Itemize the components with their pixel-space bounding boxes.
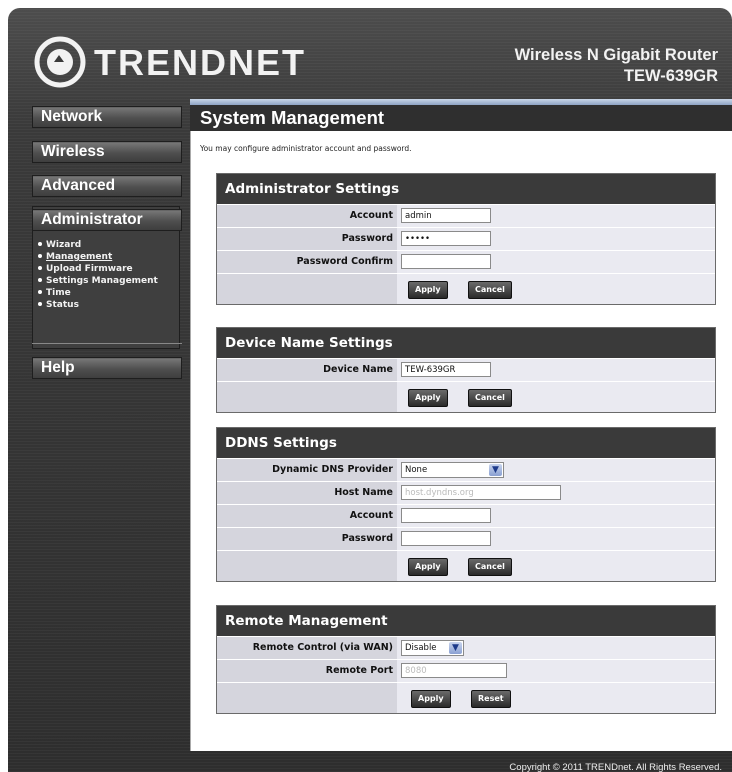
remote-port-input[interactable]: 8080 xyxy=(401,663,507,678)
remote-control-select[interactable]: Disable ▼ xyxy=(401,640,464,656)
page-title: System Management xyxy=(200,107,385,128)
page-title-bar: System Management xyxy=(190,105,732,131)
admin-button-row: Apply Cancel xyxy=(217,273,715,304)
remote-control-label: Remote Control (via WAN) xyxy=(217,637,397,659)
remote-control-value: Disable xyxy=(405,643,437,653)
bullet-icon xyxy=(38,302,42,306)
submenu-label: Wizard xyxy=(46,240,82,250)
intro-text: You may configure administrator account … xyxy=(200,144,412,153)
account-input[interactable]: admin xyxy=(401,208,491,223)
account-label: Account xyxy=(217,205,397,227)
ddns-apply-button[interactable]: Apply xyxy=(408,558,448,576)
submenu-item-upload-firmware[interactable]: Upload Firmware xyxy=(38,263,158,275)
submenu-item-settings-management[interactable]: Settings Management xyxy=(38,275,158,287)
sidebar-item-wireless[interactable]: Wireless xyxy=(32,141,182,163)
device-name-input[interactable]: TEW-639GR xyxy=(401,362,491,377)
page-frame: TRENDNET Wireless N Gigabit Router TEW-6… xyxy=(8,8,732,772)
host-name-label: Host Name xyxy=(217,482,397,504)
brand-name: TRENDNET xyxy=(94,42,306,83)
ddns-password-label: Password xyxy=(217,528,397,550)
submenu-item-wizard[interactable]: Wizard xyxy=(38,239,158,251)
submenu-item-time[interactable]: Time xyxy=(38,287,158,299)
admin-submenu: Wizard Management Upload Firmware Settin… xyxy=(38,239,158,311)
submenu-item-management[interactable]: Management xyxy=(38,251,158,263)
submenu-label: Upload Firmware xyxy=(46,264,133,274)
bullet-icon xyxy=(38,254,42,258)
section-heading: DDNS Settings xyxy=(217,428,715,458)
chevron-down-icon[interactable]: ▼ xyxy=(489,464,502,476)
password-confirm-label: Password Confirm xyxy=(217,251,397,273)
administrator-settings-section: Administrator Settings Account admin Pas… xyxy=(216,173,716,305)
sidebar-item-help[interactable]: Help xyxy=(32,357,182,379)
ddns-button-row: Apply Cancel xyxy=(217,550,715,581)
ddns-account-input[interactable] xyxy=(401,508,491,523)
ddns-provider-row: Dynamic DNS Provider None ▼ xyxy=(217,458,715,481)
password-confirm-input[interactable] xyxy=(401,254,491,269)
bullet-icon xyxy=(38,278,42,282)
ddns-cancel-button[interactable]: Cancel xyxy=(468,558,512,576)
submenu-item-status[interactable]: Status xyxy=(38,299,158,311)
empty-label-cell xyxy=(217,551,397,581)
remote-button-row: Apply Reset xyxy=(217,682,715,713)
ddns-provider-label: Dynamic DNS Provider xyxy=(217,459,397,481)
device-name-label: Device Name xyxy=(217,359,397,381)
product-model: TEW-639GR xyxy=(623,67,718,85)
host-name-input[interactable]: host.dyndns.org xyxy=(401,485,561,500)
admin-cancel-button[interactable]: Cancel xyxy=(468,281,512,299)
bullet-icon xyxy=(38,290,42,294)
device-name-settings-section: Device Name Settings Device Name TEW-639… xyxy=(216,327,716,413)
remote-control-row: Remote Control (via WAN) Disable ▼ xyxy=(217,636,715,659)
device-cancel-button[interactable]: Cancel xyxy=(468,389,512,407)
submenu-label: Settings Management xyxy=(46,276,158,286)
sidebar-item-advanced[interactable]: Advanced xyxy=(32,175,182,197)
ddns-password-input[interactable] xyxy=(401,531,491,546)
host-name-row: Host Name host.dyndns.org xyxy=(217,481,715,504)
ddns-account-label: Account xyxy=(217,505,397,527)
bullet-icon xyxy=(38,242,42,246)
ddns-account-row: Account xyxy=(217,504,715,527)
product-name: Wireless N Gigabit Router xyxy=(514,46,718,64)
remote-port-label: Remote Port xyxy=(217,660,397,682)
section-heading: Device Name Settings xyxy=(217,328,715,358)
password-label: Password xyxy=(217,228,397,250)
ddns-provider-select[interactable]: None ▼ xyxy=(401,462,504,478)
remote-port-row: Remote Port 8080 xyxy=(217,659,715,682)
remote-reset-button[interactable]: Reset xyxy=(471,690,511,708)
sidebar-divider xyxy=(32,343,182,344)
device-name-row: Device Name TEW-639GR xyxy=(217,358,715,381)
admin-apply-button[interactable]: Apply xyxy=(408,281,448,299)
empty-label-cell xyxy=(217,274,397,304)
ddns-password-row: Password xyxy=(217,527,715,550)
submenu-label: Management xyxy=(46,252,113,262)
submenu-label: Time xyxy=(46,288,71,298)
password-row: Password ••••• xyxy=(217,227,715,250)
bullet-icon xyxy=(38,266,42,270)
account-row: Account admin xyxy=(217,204,715,227)
sidebar-item-network[interactable]: Network xyxy=(32,106,182,128)
section-heading: Administrator Settings xyxy=(217,174,715,204)
chevron-down-icon[interactable]: ▼ xyxy=(449,642,462,654)
empty-label-cell xyxy=(217,382,397,412)
password-input[interactable]: ••••• xyxy=(401,231,491,246)
remote-management-section: Remote Management Remote Control (via WA… xyxy=(216,605,716,714)
device-button-row: Apply Cancel xyxy=(217,381,715,412)
trendnet-logo-icon xyxy=(34,36,86,88)
password-confirm-row: Password Confirm xyxy=(217,250,715,273)
device-apply-button[interactable]: Apply xyxy=(408,389,448,407)
empty-label-cell xyxy=(217,683,397,713)
section-heading: Remote Management xyxy=(217,606,715,636)
ddns-provider-value: None xyxy=(405,465,428,475)
trendnet-logo: TRENDNET xyxy=(34,36,304,88)
remote-apply-button[interactable]: Apply xyxy=(411,690,451,708)
sidebar-item-administrator[interactable]: Administrator xyxy=(32,209,182,231)
ddns-settings-section: DDNS Settings Dynamic DNS Provider None … xyxy=(216,427,716,582)
footer-copyright: Copyright © 2011 TRENDnet. All Rights Re… xyxy=(509,762,722,772)
submenu-label: Status xyxy=(46,300,79,310)
